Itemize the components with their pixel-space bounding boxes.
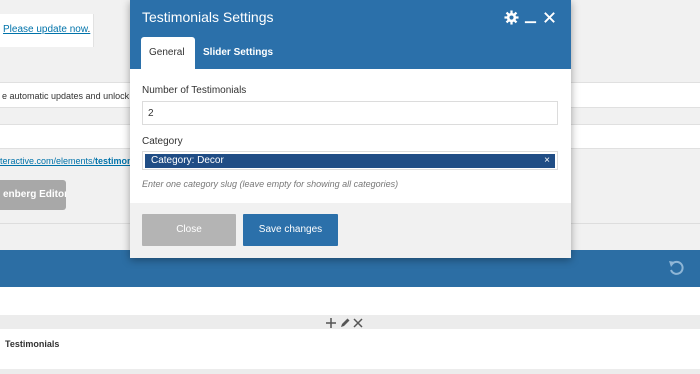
modal-body: Number of Testimonials Category Category…	[130, 69, 571, 203]
bottom-strip	[0, 369, 700, 374]
element-title: Testimonials	[5, 339, 60, 349]
builder-area	[0, 287, 700, 315]
permalink-link[interactable]: teractive.com/elements/testimon	[0, 156, 133, 166]
category-chip-label: Category: Decor	[151, 155, 224, 166]
category-chip[interactable]: Category: Decor ×	[145, 154, 555, 168]
tab-general[interactable]: General	[141, 37, 195, 69]
pencil-icon[interactable]	[339, 316, 351, 328]
chip-remove-icon[interactable]: ×	[544, 154, 550, 168]
save-changes-button[interactable]: Save changes	[243, 214, 338, 246]
gutenberg-editor-button[interactable]: enberg Editor	[0, 180, 66, 210]
gear-icon[interactable]	[504, 10, 519, 25]
modal-header[interactable]: Testimonials Settings General Slider Set…	[130, 0, 571, 69]
minimize-icon[interactable]	[523, 10, 538, 25]
undo-icon[interactable]	[666, 258, 686, 278]
number-of-testimonials-input[interactable]	[142, 101, 558, 125]
update-link[interactable]: Please update now.	[3, 24, 90, 35]
close-icon[interactable]	[542, 10, 557, 25]
modal-title: Testimonials Settings	[142, 9, 274, 25]
category-label: Category	[142, 136, 183, 147]
category-select[interactable]: Category: Decor ×	[142, 151, 558, 170]
plus-icon[interactable]	[325, 316, 337, 328]
settings-modal: Testimonials Settings General Slider Set…	[130, 0, 571, 258]
updates-text: e automatic updates and unlock p	[2, 91, 137, 101]
element-row[interactable]: Testimonials	[0, 329, 700, 369]
number-of-testimonials-label: Number of Testimonials	[142, 85, 247, 96]
update-notice: Please update now.	[0, 14, 94, 47]
modal-footer: Close Save changes	[130, 203, 571, 258]
close-button[interactable]: Close	[142, 214, 236, 246]
tab-slider-settings[interactable]: Slider Settings	[195, 37, 281, 69]
close-icon[interactable]	[352, 316, 364, 328]
category-hint: Enter one category slug (leave empty for…	[142, 179, 399, 189]
